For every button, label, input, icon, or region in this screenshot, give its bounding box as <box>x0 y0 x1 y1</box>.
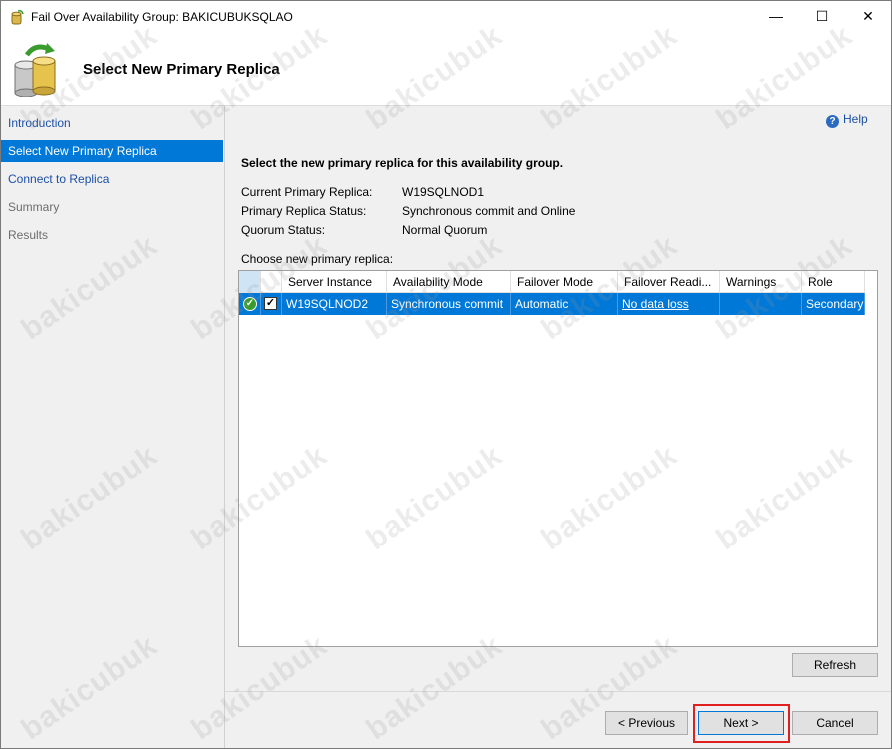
row-checkbox-cell[interactable]: ✓ <box>261 293 282 315</box>
current-primary-replica-value: W19SQLNOD1 <box>402 185 485 199</box>
window-title: Fail Over Availability Group: BAKICUBUKS… <box>31 10 293 24</box>
column-header-warnings[interactable]: Warnings <box>720 271 802 293</box>
previous-button[interactable]: < Previous <box>605 711 688 735</box>
database-failover-icon <box>14 43 56 97</box>
maximize-button[interactable]: ☐ <box>799 1 845 32</box>
wizard-sidebar: Introduction Select New Primary Replica … <box>1 106 225 748</box>
grid-checkbox-header <box>261 271 282 293</box>
choose-replica-label: Choose new primary replica: <box>241 252 394 266</box>
sidebar-item-select-new-primary-replica[interactable]: Select New Primary Replica <box>1 140 223 162</box>
wizard-window: Fail Over Availability Group: BAKICUBUKS… <box>0 0 892 749</box>
column-header-availability-mode[interactable]: Availability Mode <box>387 271 511 293</box>
row-status-cell: ✓ <box>239 293 261 315</box>
replica-grid: Server Instance Availability Mode Failov… <box>238 270 878 647</box>
grid-corner-header <box>239 271 261 293</box>
refresh-button[interactable]: Refresh <box>792 653 878 677</box>
app-icon <box>11 10 24 25</box>
grid-header: Server Instance Availability Mode Failov… <box>239 271 877 293</box>
title-bar: Fail Over Availability Group: BAKICUBUKS… <box>1 1 891 32</box>
column-header-server-instance[interactable]: Server Instance <box>282 271 387 293</box>
cancel-button[interactable]: Cancel <box>792 711 878 735</box>
cell-role[interactable]: Secondary <box>802 293 865 315</box>
column-header-failover-readiness[interactable]: Failover Readi... <box>618 271 720 293</box>
column-header-role[interactable]: Role <box>802 271 865 293</box>
sidebar-item-connect-to-replica[interactable]: Connect to Replica <box>1 168 223 190</box>
help-link[interactable]: ? Help <box>826 112 868 128</box>
table-row[interactable]: ✓ ✓ W19SQLNOD2 Synchronous commit Automa… <box>239 293 877 315</box>
quorum-status-value: Normal Quorum <box>402 223 488 237</box>
green-check-icon: ✓ <box>243 297 257 311</box>
next-button-highlight <box>693 704 790 743</box>
primary-replica-status-label: Primary Replica Status: <box>241 204 367 218</box>
instruction-text: Select the new primary replica for this … <box>241 156 564 170</box>
sidebar-item-results: Results <box>8 228 49 242</box>
primary-replica-status-value: Synchronous commit and Online <box>402 204 576 218</box>
cell-failover-mode[interactable]: Automatic <box>511 293 618 315</box>
cell-server-instance[interactable]: W19SQLNOD2 <box>282 293 387 315</box>
close-button[interactable]: ✕ <box>845 1 891 32</box>
cell-failover-readiness-link[interactable]: No data loss <box>618 293 720 315</box>
cell-availability-mode[interactable]: Synchronous commit <box>387 293 511 315</box>
current-primary-replica-label: Current Primary Replica: <box>241 185 373 199</box>
sidebar-item-introduction[interactable]: Introduction <box>1 112 223 134</box>
help-icon: ? <box>826 115 839 128</box>
cell-warnings[interactable] <box>720 293 802 315</box>
wizard-header: Select New Primary Replica <box>1 32 891 105</box>
help-label: Help <box>843 112 868 126</box>
minimize-button[interactable]: — <box>753 1 799 32</box>
column-header-failover-mode[interactable]: Failover Mode <box>511 271 618 293</box>
replica-checkbox[interactable]: ✓ <box>264 297 277 310</box>
page-title: Select New Primary Replica <box>83 61 280 78</box>
quorum-status-label: Quorum Status: <box>241 223 326 237</box>
sidebar-item-summary: Summary <box>8 200 60 214</box>
footer-divider <box>225 691 891 692</box>
